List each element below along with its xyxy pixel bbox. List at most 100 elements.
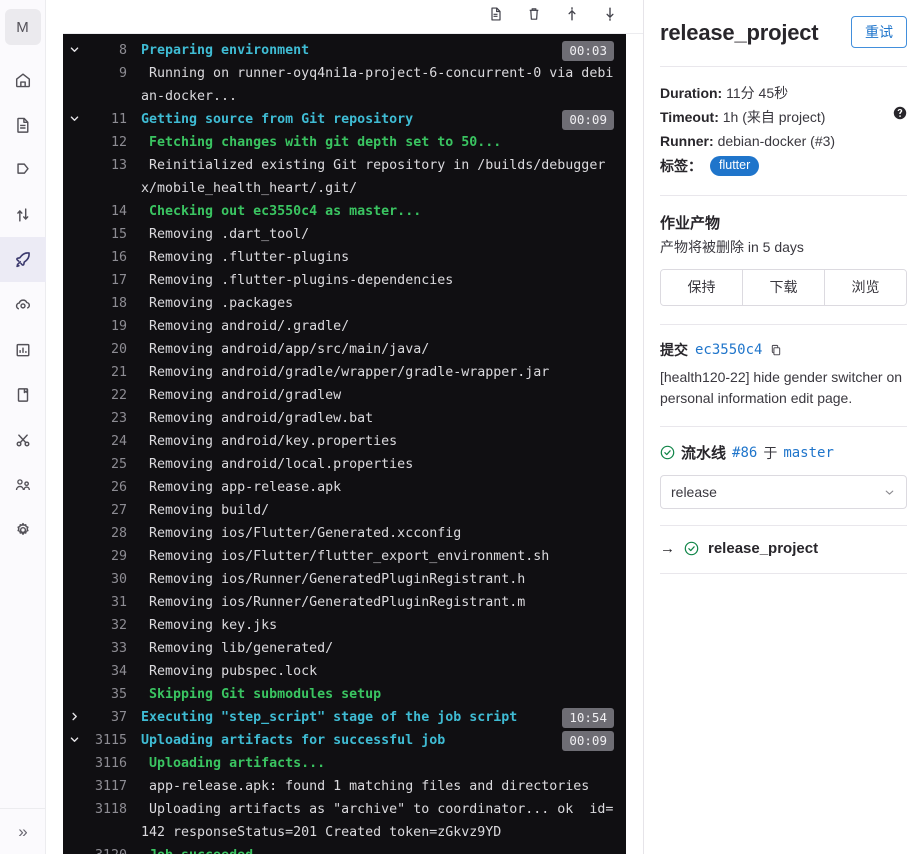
log-line-number[interactable]: 27: [85, 499, 127, 522]
chevron-double-right-icon: »: [18, 822, 28, 841]
log-line-number[interactable]: 22: [85, 384, 127, 407]
log-line: 17 Removing .flutter-plugins-dependencie…: [63, 269, 626, 292]
log-line-number[interactable]: 32: [85, 614, 127, 637]
log-line-number[interactable]: 13: [85, 154, 127, 177]
log-line-number[interactable]: 26: [85, 476, 127, 499]
log-line-number[interactable]: 18: [85, 292, 127, 315]
scroll-to-top-button[interactable]: [561, 5, 583, 27]
job-name-label: release_project: [708, 540, 819, 557]
log-line-number[interactable]: 28: [85, 522, 127, 545]
log-line-number[interactable]: 20: [85, 338, 127, 361]
log-line: 3116 Uploading artifacts...: [63, 752, 626, 775]
pipeline-branch-link[interactable]: master: [783, 445, 834, 461]
log-line-number[interactable]: 35: [85, 683, 127, 706]
commit-message: [health120-22] hide gender switcher on p…: [660, 369, 903, 406]
log-line: 3117 app-release.apk: found 1 matching f…: [63, 775, 626, 798]
log-line: 34 Removing pubspec.lock: [63, 660, 626, 683]
log-line-number[interactable]: 25: [85, 453, 127, 476]
sidebar-item-analytics[interactable]: [0, 327, 46, 372]
sidebar-item-merge-requests[interactable]: [0, 192, 46, 237]
deployments-icon: [14, 296, 32, 314]
log-line: 32 Removing key.jks: [63, 614, 626, 637]
sidebar-item-members[interactable]: [0, 462, 46, 507]
log-line-number[interactable]: 3120: [85, 844, 127, 854]
keep-artifacts-button[interactable]: 保持: [661, 270, 743, 305]
collapse-sidebar-button[interactable]: »: [0, 808, 46, 854]
log-line-number[interactable]: 15: [85, 223, 127, 246]
commit-sha-link[interactable]: ec3550c4: [695, 342, 762, 358]
snippets-icon: [14, 431, 32, 449]
log-line-text: Removing android/.gradle/: [141, 318, 350, 334]
log-line-number[interactable]: 3118: [85, 798, 127, 821]
log-line-number[interactable]: 30: [85, 568, 127, 591]
pipeline-job-item[interactable]: → release_project: [660, 526, 907, 573]
sidebar-item-wiki[interactable]: [0, 372, 46, 417]
show-raw-button[interactable]: [485, 5, 507, 27]
log-line-number[interactable]: 34: [85, 660, 127, 683]
log-line: 29 Removing ios/Flutter/flutter_export_e…: [63, 545, 626, 568]
chevron-right-icon[interactable]: [63, 706, 85, 729]
log-line-number[interactable]: 31: [85, 591, 127, 614]
log-line-text: Removing ios/Flutter/Generated.xcconfig: [141, 525, 462, 541]
sidebar-item-repository[interactable]: [0, 102, 46, 147]
log-line-text: Removing android/gradlew: [141, 387, 342, 403]
help-icon[interactable]: [893, 106, 907, 120]
log-line-number[interactable]: 37: [85, 706, 127, 729]
log-line-text: Skipping Git submodules setup: [141, 686, 382, 702]
log-line: 20 Removing android/app/src/main/java/: [63, 338, 626, 361]
log-line-text: Preparing environment: [141, 42, 310, 58]
pipeline-label: 流水线: [681, 445, 727, 462]
log-line-number[interactable]: 21: [85, 361, 127, 384]
erase-job-log-button[interactable]: [523, 5, 545, 27]
log-line-number[interactable]: 3116: [85, 752, 127, 775]
pipeline-id-link[interactable]: #86: [732, 445, 757, 461]
sidebar-item-settings[interactable]: [0, 507, 46, 552]
log-line-text: Removing .flutter-plugins-dependencies: [141, 272, 454, 288]
sidebar-header: release_project 重试: [660, 0, 907, 50]
sidebar-item-home[interactable]: [0, 57, 46, 102]
log-scroll-area[interactable]: 8 Preparing environment 00:03 9 Running on…: [63, 33, 626, 854]
log-line-number[interactable]: 11: [85, 108, 127, 131]
log-line-number[interactable]: 19: [85, 315, 127, 338]
log-line-text: Job succeeded: [127, 844, 614, 854]
retry-button[interactable]: 重试: [851, 16, 907, 48]
log-line-list: 8 Preparing environment 00:03 9 Running on…: [63, 34, 626, 854]
browse-artifacts-button[interactable]: 浏览: [825, 270, 906, 305]
log-line-text: Removing android/local.properties: [141, 456, 414, 472]
chevron-down-icon[interactable]: [63, 729, 85, 752]
log-line-number[interactable]: 17: [85, 269, 127, 292]
log-line-number[interactable]: 29: [85, 545, 127, 568]
log-line: 16 Removing .flutter-plugins: [63, 246, 626, 269]
timeout-row: Timeout: 1h (来自 project): [660, 105, 907, 129]
log-line-number[interactable]: 3115: [85, 729, 127, 752]
log-line-number[interactable]: 9: [85, 62, 127, 85]
log-line-number[interactable]: 3117: [85, 775, 127, 798]
log-line-number[interactable]: 33: [85, 637, 127, 660]
log-line-number[interactable]: 14: [85, 200, 127, 223]
log-line-text: Reinitialized existing Git repository in…: [141, 157, 606, 196]
log-line-number[interactable]: 24: [85, 430, 127, 453]
runner-label: Runner:: [660, 133, 714, 149]
copy-icon[interactable]: [769, 343, 783, 357]
log-line-text: Executing "step_script" stage of the job…: [141, 709, 518, 725]
log-line-number[interactable]: 12: [85, 131, 127, 154]
project-avatar[interactable]: M: [4, 9, 41, 45]
log-line-number[interactable]: 8: [85, 39, 127, 62]
log-line-number[interactable]: 16: [85, 246, 127, 269]
commit-section: 提交 ec3550c4 [health120-22] hide gender s…: [660, 325, 907, 409]
stage-select[interactable]: release: [660, 475, 907, 509]
sidebar-item-snippets[interactable]: [0, 417, 46, 462]
chevron-down-icon[interactable]: [63, 39, 85, 62]
job-meta-block: Duration: 11分 45秒 Timeout: 1h (来自 projec…: [660, 67, 907, 179]
chevron-down-icon[interactable]: [63, 108, 85, 131]
sidebar-item-issues[interactable]: [0, 147, 46, 192]
log-line: 9 Running on runner-oyq4ni1a-project-6-c…: [63, 62, 626, 108]
sidebar-item-deployments[interactable]: [0, 282, 46, 327]
commit-label: 提交: [660, 342, 688, 358]
sidebar-item-cicd[interactable]: [0, 237, 46, 282]
runner-row: Runner: debian-docker (#3): [660, 129, 907, 153]
log-line-number[interactable]: 23: [85, 407, 127, 430]
rail-item-list: [0, 57, 46, 552]
download-artifacts-button[interactable]: 下载: [743, 270, 825, 305]
scroll-to-bottom-button[interactable]: [599, 5, 621, 27]
